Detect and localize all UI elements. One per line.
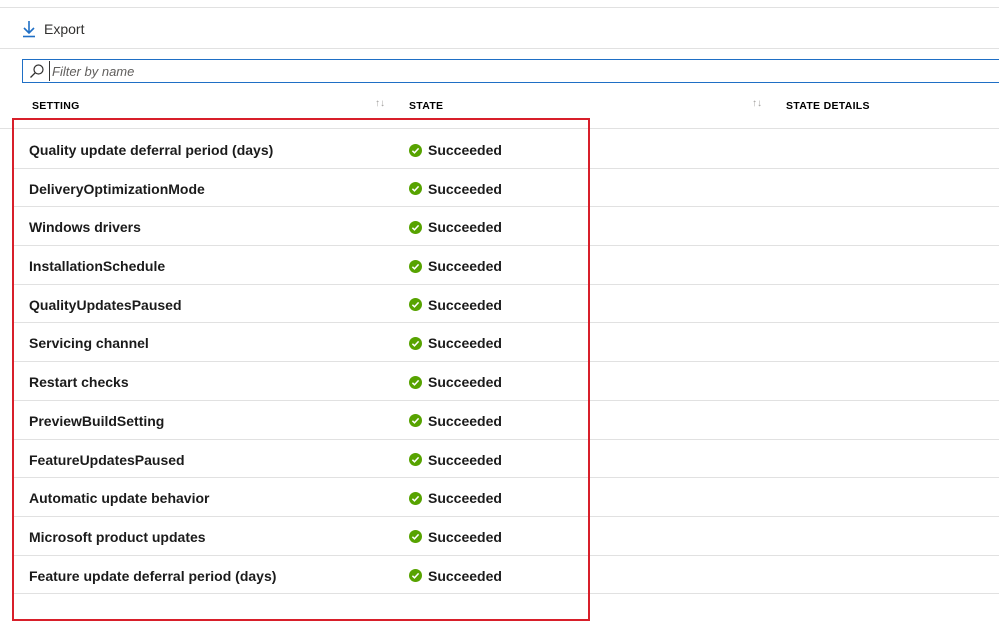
table-row[interactable]: Servicing channel Succeeded [14,323,999,363]
state-label: Succeeded [428,490,502,507]
table-row[interactable]: Microsoft product updates Succeeded [14,517,999,556]
check-circle-icon [409,336,422,350]
export-label: Export [44,21,85,37]
column-header-setting[interactable]: SETTING [32,100,80,112]
table-body: Quality update deferral period (days) Suc… [14,130,999,595]
setting-name: Automatic update behavior [29,490,210,507]
state-label: Succeeded [428,142,502,158]
state-cell: Succeeded [409,529,502,545]
setting-name: Microsoft product updates [29,528,206,545]
check-circle-icon [409,298,422,312]
table-row[interactable]: FeatureUpdatesPaused Succeeded [14,440,999,479]
state-cell: Succeeded [409,490,502,506]
state-label: Succeeded [428,180,502,197]
table-row[interactable]: Automatic update behavior Succeeded [14,478,999,517]
table-row[interactable]: DeliveryOptimizationMode Succeeded [14,169,999,208]
check-circle-icon [409,143,422,157]
state-label: Succeeded [428,412,502,429]
state-label: Succeeded [428,451,502,468]
setting-name: Restart checks [29,374,129,391]
state-cell: Succeeded [409,219,502,235]
check-circle-icon [409,414,422,428]
table-row[interactable]: Feature update deferral period (days) Suc… [14,556,999,595]
table-row[interactable]: QualityUpdatesPaused Succeeded [14,285,999,324]
sort-arrows-icon[interactable]: ↑↓ [752,98,762,109]
state-label: Succeeded [428,374,502,391]
state-label: Succeeded [428,258,502,275]
check-circle-icon [409,259,422,273]
check-circle-icon [409,491,422,505]
setting-name: Servicing channel [29,335,149,352]
check-circle-icon [409,220,422,234]
filter-box [22,59,999,83]
table-row[interactable]: InstallationSchedule Succeeded [14,246,999,285]
state-cell: Succeeded [409,413,502,429]
setting-name: Windows drivers [29,219,141,236]
sort-arrows-icon[interactable]: ↑↓ [375,98,385,109]
filter-input[interactable] [49,61,999,81]
setting-name: FeatureUpdatesPaused [29,451,185,468]
check-circle-icon [409,375,422,389]
state-cell: Succeeded [409,181,502,197]
download-arrow-icon [22,20,36,38]
check-circle-icon [409,453,422,466]
search-icon [29,63,45,79]
state-label: Succeeded [428,296,502,313]
state-label: Succeeded [428,528,502,545]
state-label: Succeeded [428,219,502,236]
state-label: Succeeded [428,335,502,352]
state-cell: Succeeded [409,258,502,274]
check-circle-icon [409,530,422,544]
setting-name: PreviewBuildSetting [29,412,165,429]
toolbar: Export [0,8,999,49]
setting-name: Quality update deferral period (days) [29,142,274,158]
setting-name: InstallationSchedule [29,258,166,275]
column-header-state[interactable]: STATE [409,100,443,112]
state-cell: Succeeded [409,335,502,351]
state-cell: Succeeded [409,568,502,584]
table-header: SETTING ↑↓ STATE ↑↓ STATE DETAILS [0,96,999,129]
setting-name: DeliveryOptimizationMode [29,180,205,197]
check-circle-icon [409,569,422,583]
setting-name: QualityUpdatesPaused [29,296,182,313]
check-circle-icon [409,182,422,196]
setting-name: Feature update deferral period (days) [29,567,277,584]
state-cell: Succeeded [409,297,502,313]
table-row[interactable]: PreviewBuildSetting Succeeded [14,401,999,440]
table-row[interactable]: Quality update deferral period (days) Suc… [14,130,999,169]
table-row[interactable]: Windows drivers Succeeded [14,207,999,247]
state-cell: Succeeded [409,374,502,390]
column-header-state-details[interactable]: STATE DETAILS [786,100,870,112]
table-row[interactable]: Restart checks Succeeded [14,362,999,401]
state-cell: Succeeded [409,142,502,158]
export-button[interactable]: Export [22,18,84,40]
state-label: Succeeded [428,567,502,584]
state-cell: Succeeded [409,452,502,468]
